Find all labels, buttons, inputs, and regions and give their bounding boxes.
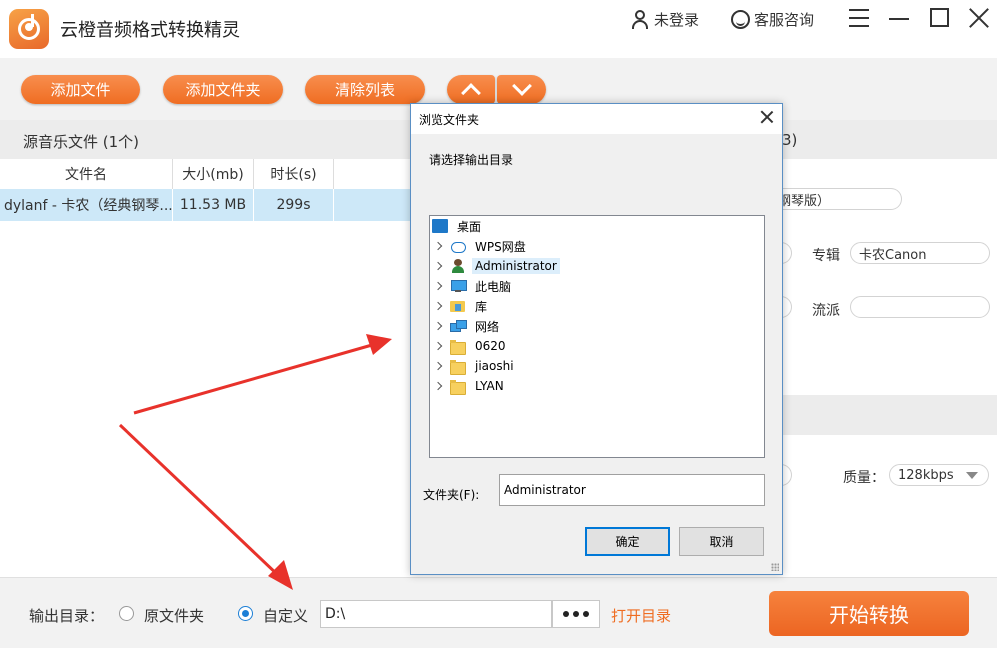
radio-original-folder[interactable] — [119, 606, 134, 621]
login-label: 未登录 — [654, 10, 700, 29]
expand-icon[interactable] — [434, 261, 444, 271]
app-logo-icon — [9, 9, 49, 49]
list-title: 源音乐文件 (1个) — [23, 133, 140, 151]
output-path-input[interactable] — [320, 600, 552, 628]
expand-icon[interactable] — [434, 381, 444, 391]
tree-item-network[interactable]: 网络 — [434, 317, 502, 335]
output-dir-label: 输出目录： — [29, 607, 105, 625]
open-directory-link[interactable]: 打开目录 — [611, 605, 671, 626]
tree-item-jiaoshi[interactable]: jiaoshi — [434, 357, 517, 375]
desktop-icon — [432, 219, 448, 233]
album-label: 专辑 — [812, 248, 840, 264]
service-button[interactable]: 客服咨询 — [731, 9, 814, 29]
user-icon — [450, 259, 466, 273]
file-duration-cell: 299s — [254, 189, 334, 221]
browse-folder-dialog: 浏览文件夹 请选择输出目录 桌面 WPS网盘 Administrator 此电脑… — [410, 103, 783, 575]
right-panel-title-fragment: 3) — [782, 131, 798, 149]
quality-select[interactable]: 128kbps — [889, 464, 989, 486]
tree-item-desktop[interactable]: 桌面 — [432, 217, 484, 235]
column-duration[interactable]: 时长(s) — [254, 159, 334, 189]
cloud-icon — [450, 239, 466, 253]
dialog-prompt: 请选择输出目录 — [429, 153, 514, 167]
dialog-cancel-button[interactable]: 取消 — [679, 527, 764, 556]
file-size-cell: 11.53 MB — [173, 189, 254, 221]
column-filename[interactable]: 文件名 — [0, 159, 173, 189]
file-name-cell: dylanf - 卡农（经典钢琴... — [0, 189, 173, 221]
title-field[interactable]: 钢琴版） — [770, 188, 902, 210]
minimize-icon[interactable] — [886, 5, 912, 31]
expand-icon[interactable] — [434, 281, 444, 291]
folder-name-input[interactable] — [499, 474, 765, 506]
chevron-down-icon — [511, 76, 532, 96]
add-file-button[interactable]: 添加文件 — [21, 75, 140, 104]
column-size[interactable]: 大小(mb) — [173, 159, 254, 189]
output-settings-header — [782, 395, 997, 435]
start-convert-button[interactable]: 开始转换 — [769, 591, 969, 636]
close-icon[interactable] — [966, 5, 992, 31]
clear-list-button[interactable]: 清除列表 — [305, 75, 425, 104]
move-up-button[interactable] — [447, 75, 495, 104]
computer-icon — [450, 279, 467, 293]
tree-item-library[interactable]: 库 — [434, 297, 490, 315]
expand-icon[interactable] — [434, 241, 444, 251]
folder-icon — [450, 339, 466, 355]
expand-icon[interactable] — [434, 361, 444, 371]
network-icon — [450, 319, 467, 333]
expand-icon[interactable] — [434, 301, 444, 311]
album-field[interactable]: 卡农Canon — [850, 242, 990, 264]
service-label: 客服咨询 — [754, 10, 815, 29]
quality-label: 质量： — [843, 470, 885, 486]
genre-label: 流派 — [812, 303, 840, 319]
dialog-ok-button[interactable]: 确定 — [585, 527, 670, 556]
smile-icon — [731, 9, 750, 29]
browse-button[interactable] — [552, 600, 600, 628]
expand-icon[interactable] — [434, 321, 444, 331]
chevron-up-icon — [461, 83, 481, 103]
move-down-button[interactable] — [497, 75, 546, 104]
maximize-icon[interactable] — [926, 5, 952, 31]
dialog-title: 浏览文件夹 — [419, 113, 480, 127]
expand-icon[interactable] — [434, 341, 444, 351]
folder-icon — [450, 359, 466, 375]
genre-field[interactable] — [850, 296, 990, 318]
bottom-bar: 输出目录： 原文件夹 自定义 打开目录 开始转换 — [0, 577, 997, 648]
tree-item-this-pc[interactable]: 此电脑 — [434, 277, 514, 295]
resize-grip-icon[interactable] — [771, 563, 779, 571]
login-button[interactable]: 未登录 — [630, 9, 699, 29]
library-icon — [450, 299, 466, 313]
radio-custom-folder[interactable] — [238, 606, 253, 621]
tree-item-lyan[interactable]: LYAN — [434, 377, 507, 395]
folder-tree[interactable]: 桌面 WPS网盘 Administrator 此电脑 库 网络 0620 jia… — [429, 215, 765, 458]
app-title: 云橙音频格式转换精灵 — [60, 20, 240, 41]
dialog-close-icon[interactable] — [760, 110, 774, 124]
folder-icon — [450, 379, 466, 395]
table-row[interactable]: dylanf - 卡农（经典钢琴... 11.53 MB 299s — [0, 189, 413, 221]
tree-item-wps[interactable]: WPS网盘 — [434, 237, 529, 255]
tree-item-administrator[interactable]: Administrator — [434, 257, 560, 275]
radio-custom-label[interactable]: 自定义 — [263, 605, 308, 626]
radio-original-label[interactable]: 原文件夹 — [144, 605, 204, 626]
folder-field-label: 文件夹(F): — [423, 488, 480, 502]
arrow-to-dialog — [133, 343, 373, 415]
arrow-to-custom — [118, 423, 282, 579]
menu-icon[interactable] — [846, 5, 872, 31]
dialog-titlebar: 浏览文件夹 — [411, 104, 782, 134]
title-bar: 云橙音频格式转换精灵 未登录 客服咨询 — [0, 0, 997, 58]
add-folder-button[interactable]: 添加文件夹 — [163, 75, 283, 104]
arrowhead-dialog — [366, 334, 392, 355]
tree-item-0620[interactable]: 0620 — [434, 337, 509, 355]
user-icon — [630, 9, 650, 29]
